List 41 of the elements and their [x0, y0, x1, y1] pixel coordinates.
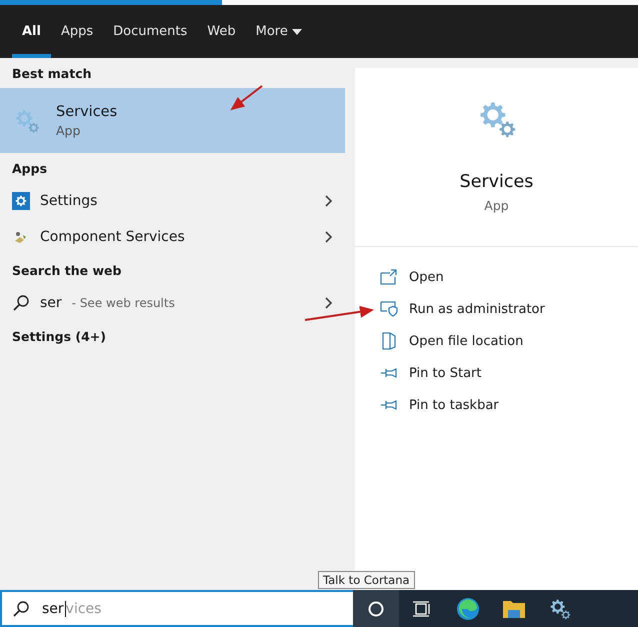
action-item[interactable]: Open — [379, 261, 638, 293]
app-type: App — [484, 198, 509, 213]
shield-icon — [380, 301, 398, 317]
app-title: Services — [460, 172, 534, 192]
result-item[interactable]: ser - See web results — [0, 285, 345, 321]
search-text: services — [42, 600, 102, 616]
caret-icon — [292, 28, 302, 34]
circle-icon — [367, 600, 385, 618]
chevron-icon — [325, 195, 333, 207]
pin-icon — [380, 367, 398, 379]
section-heading: Apps — [11, 160, 48, 178]
tab[interactable]: More — [246, 9, 312, 58]
annotation-arrow — [304, 306, 374, 321]
result-item[interactable]: Component Services — [0, 219, 345, 255]
action-item[interactable]: Run as administrator — [379, 293, 638, 325]
result-item[interactable]: Settings — [0, 183, 345, 219]
search-field[interactable]: services — [0, 590, 353, 627]
tooltip: Talk to Cortana — [318, 571, 415, 589]
action-item[interactable]: Pin to taskbar — [379, 389, 638, 421]
cortana-button[interactable] — [353, 590, 399, 627]
action-item[interactable]: Pin to Start — [379, 357, 638, 389]
search-icon — [12, 600, 30, 618]
task-view-icon — [412, 600, 432, 616]
open-icon — [380, 269, 398, 285]
chevron-icon — [325, 297, 333, 309]
file-icon — [382, 332, 396, 350]
chevron-icon — [325, 231, 333, 243]
result-item[interactable]: Services App — [0, 88, 345, 153]
search-icon — [12, 294, 30, 312]
folder-icon — [502, 598, 526, 618]
action-item[interactable]: Open file location — [379, 325, 638, 357]
pin-icon — [380, 399, 398, 411]
section-heading[interactable]: Settings (4+) — [0, 321, 345, 351]
tab[interactable]: Web — [197, 9, 246, 58]
section-heading: Best match — [11, 65, 93, 83]
gear-icon — [12, 192, 30, 210]
annotation-arrow — [230, 85, 263, 110]
browser-icon — [456, 596, 480, 620]
tab[interactable]: Documents — [103, 9, 198, 58]
section-heading: Search the web — [11, 262, 122, 280]
tab[interactable]: Apps — [50, 9, 104, 58]
